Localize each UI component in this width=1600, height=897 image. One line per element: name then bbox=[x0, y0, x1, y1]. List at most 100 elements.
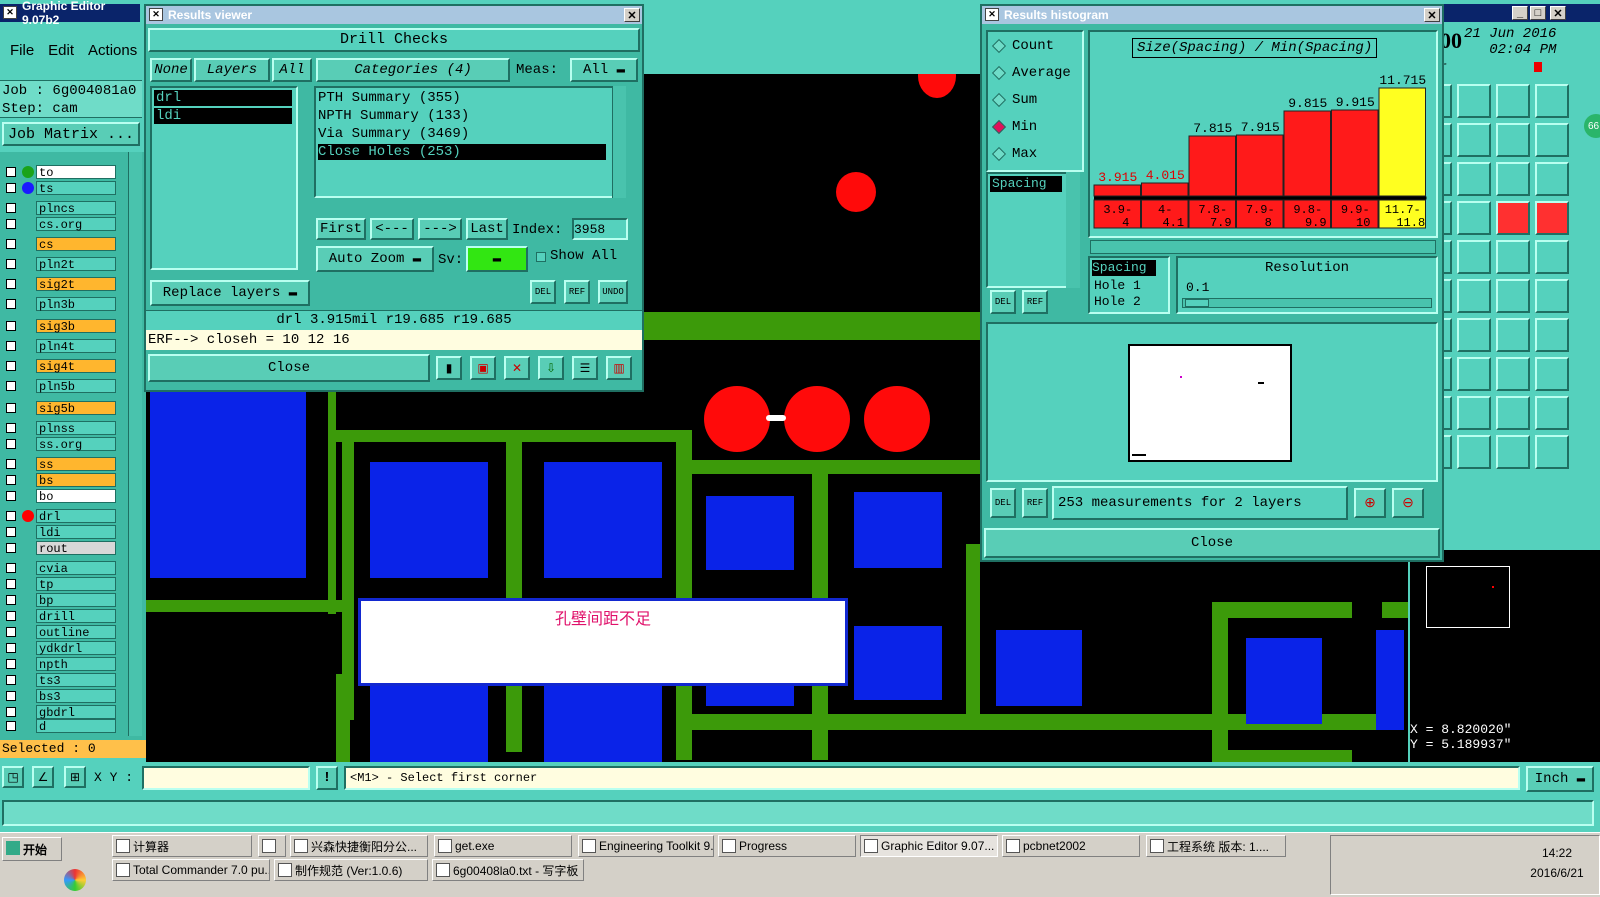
export-icon[interactable] bbox=[1457, 84, 1491, 118]
taskbar-item[interactable]: Engineering Toolkit 9.... bbox=[578, 835, 714, 857]
overview-map[interactable] bbox=[1410, 550, 1600, 714]
category-item[interactable]: NPTH Summary (133) bbox=[318, 108, 469, 124]
category-list[interactable]: PTH Summary (355) NPTH Summary (133) Via… bbox=[314, 86, 624, 198]
layer-row[interactable]: rout bbox=[4, 540, 116, 556]
layer-row[interactable]: drill bbox=[4, 608, 116, 624]
taskbar-item[interactable] bbox=[258, 835, 286, 857]
layer-row[interactable]: pln4t bbox=[4, 338, 116, 354]
layer-row[interactable]: gbdrl bbox=[4, 704, 116, 720]
layer-row[interactable]: npth bbox=[4, 656, 116, 672]
layer-checkbox[interactable] bbox=[6, 720, 16, 731]
mode-list[interactable]: Count Average Sum Min Max bbox=[986, 30, 1084, 172]
layer-row[interactable]: to bbox=[4, 164, 116, 180]
layer-checkbox[interactable] bbox=[6, 658, 16, 669]
pin-icon[interactable] bbox=[1535, 279, 1569, 313]
spacing-item[interactable]: Hole 2 bbox=[1094, 294, 1141, 309]
layer-row[interactable]: drl bbox=[4, 508, 116, 524]
taskbar-item[interactable]: 6g00408la0.txt - 写字板 bbox=[432, 859, 584, 881]
taskbar-item[interactable]: Graphic Editor 9.07... bbox=[860, 835, 998, 857]
sv-color-select[interactable]: ▬ bbox=[466, 246, 528, 272]
minus-icon[interactable] bbox=[1457, 357, 1491, 391]
layer-row[interactable]: sig4t bbox=[4, 358, 116, 374]
copy-icon[interactable] bbox=[1535, 357, 1569, 391]
layer-row[interactable]: cvia bbox=[4, 560, 116, 576]
layer-row[interactable]: cs.org bbox=[4, 216, 116, 232]
del-button[interactable]: DEL bbox=[530, 280, 556, 304]
viewer-layer-item[interactable]: ldi bbox=[154, 108, 292, 124]
ruler-icon[interactable] bbox=[1496, 240, 1530, 274]
layer-row[interactable]: ts bbox=[4, 180, 116, 196]
histogram-close-button[interactable]: Close bbox=[984, 528, 1440, 558]
layer-row[interactable]: outline bbox=[4, 624, 116, 640]
layer-row[interactable]: plncs bbox=[4, 200, 116, 216]
replace-layers-select[interactable]: Replace layers ▬ bbox=[150, 280, 310, 306]
index-input[interactable] bbox=[572, 218, 628, 240]
menu-file[interactable]: File bbox=[10, 42, 34, 59]
minimize-icon[interactable]: _ bbox=[1512, 6, 1528, 20]
layer-checkbox[interactable] bbox=[6, 402, 16, 413]
show-all-checkbox[interactable] bbox=[536, 252, 546, 262]
layer-checkbox[interactable] bbox=[6, 642, 16, 653]
resize-icon[interactable] bbox=[1496, 357, 1530, 391]
layer-checkbox[interactable] bbox=[6, 610, 16, 621]
histogram-bar[interactable] bbox=[1188, 135, 1236, 197]
layer-checkbox[interactable] bbox=[6, 438, 16, 449]
taskbar-item[interactable]: get.exe bbox=[434, 835, 572, 857]
zoom-in-icon[interactable]: ⊕ bbox=[1354, 488, 1386, 518]
zoom-out-icon[interactable]: ⊖ bbox=[1392, 488, 1424, 518]
layer-checkbox[interactable] bbox=[6, 218, 16, 229]
xy-input[interactable] bbox=[142, 766, 310, 790]
hist-ref-button[interactable]: REF bbox=[1022, 290, 1048, 314]
spacing-item[interactable]: Hole 1 bbox=[1094, 278, 1141, 293]
report-icon[interactable]: ▮ bbox=[436, 356, 462, 380]
net-red-icon[interactable] bbox=[1496, 201, 1530, 235]
layer-row[interactable]: sig3b bbox=[4, 318, 116, 334]
move4-icon[interactable] bbox=[1457, 162, 1491, 196]
category-scrollbar[interactable] bbox=[612, 86, 626, 198]
layer-checkbox[interactable] bbox=[6, 258, 16, 269]
first-button[interactable]: First bbox=[316, 218, 366, 240]
prev-button[interactable]: <--- bbox=[370, 218, 414, 240]
layer-checkbox[interactable] bbox=[6, 594, 16, 605]
taskbar-item[interactable]: 工程系统 版本: 1.... bbox=[1146, 835, 1286, 857]
none-button[interactable]: None bbox=[150, 58, 192, 82]
viewer-layer-list[interactable]: drl ldi bbox=[150, 86, 298, 270]
auto-zoom-select[interactable]: Auto Zoom ▬ bbox=[316, 246, 434, 272]
layer-checkbox[interactable] bbox=[6, 578, 16, 589]
grid-icon[interactable]: ⊞ bbox=[64, 766, 86, 788]
spacing-list[interactable]: Spacing Hole 1 Hole 2 bbox=[1088, 256, 1170, 314]
steps-icon[interactable] bbox=[1535, 435, 1569, 469]
polygon-icon[interactable] bbox=[1457, 240, 1491, 274]
undo-button[interactable]: UNDO bbox=[598, 280, 628, 304]
triangle3-icon[interactable] bbox=[1496, 396, 1530, 430]
move-icon[interactable] bbox=[1457, 123, 1491, 157]
layer-row[interactable]: d bbox=[4, 718, 116, 734]
house-icon[interactable] bbox=[1496, 84, 1530, 118]
category-item-selected[interactable]: Close Holes (253) bbox=[318, 144, 606, 160]
scale-icon[interactable] bbox=[1496, 162, 1530, 196]
histogram-close-icon[interactable]: ✕ bbox=[1424, 8, 1440, 22]
measure-scrollbar[interactable] bbox=[1066, 172, 1080, 288]
fork-icon[interactable] bbox=[1535, 318, 1569, 352]
layer-list-scrollbar[interactable] bbox=[128, 152, 142, 736]
quicklaunch-icon[interactable] bbox=[64, 869, 86, 891]
layer-checkbox[interactable] bbox=[6, 510, 16, 521]
histogram-bar[interactable] bbox=[1378, 87, 1426, 197]
mode-option[interactable]: Average bbox=[991, 65, 1071, 81]
route-icon[interactable] bbox=[1496, 279, 1530, 313]
category-item[interactable]: PTH Summary (355) bbox=[318, 90, 461, 106]
category-item[interactable]: Via Summary (3469) bbox=[318, 126, 469, 142]
layer-row[interactable]: pln5b bbox=[4, 378, 116, 394]
last-button[interactable]: Last bbox=[466, 218, 508, 240]
taskbar-item[interactable]: 计算器 bbox=[112, 835, 252, 857]
layer-checkbox[interactable] bbox=[6, 474, 16, 485]
radio-icon[interactable] bbox=[991, 146, 1007, 162]
layer-checkbox[interactable] bbox=[6, 380, 16, 391]
taskbar-item[interactable]: pcbnet2002 bbox=[1002, 835, 1140, 857]
layer-checkbox[interactable] bbox=[6, 298, 16, 309]
delete-icon[interactable]: ✕ bbox=[504, 356, 530, 380]
preview-del-button[interactable]: DEL bbox=[990, 488, 1016, 518]
job-matrix-button[interactable]: Job Matrix ... bbox=[2, 122, 140, 146]
layer-row[interactable]: ss bbox=[4, 456, 116, 472]
layer-checkbox[interactable] bbox=[6, 674, 16, 685]
